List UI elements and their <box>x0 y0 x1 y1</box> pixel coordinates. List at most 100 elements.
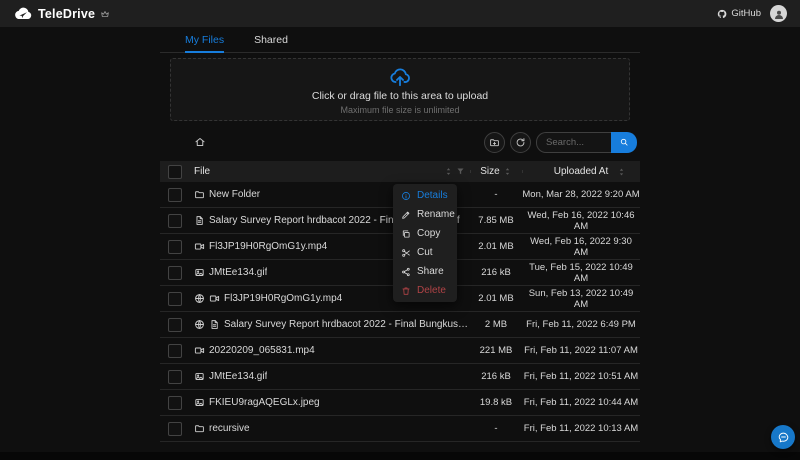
file-name[interactable]: FKIEU9ragAQEGLx.jpeg <box>209 397 320 408</box>
menu-item-copy[interactable]: Copy <box>393 224 457 243</box>
file-name[interactable]: New Folder <box>209 189 260 200</box>
filter-icon[interactable] <box>456 167 465 176</box>
menu-item-label: Rename <box>417 209 455 220</box>
file-uploaded-at: Fri, Feb 11, 2022 10:44 AM <box>523 397 639 408</box>
share-icon <box>401 267 411 277</box>
table-row[interactable]: FKIEU9ragAQEGLx.jpeg 19.8 kB Fri, Feb 11… <box>160 390 640 416</box>
folder-add-icon <box>489 137 500 148</box>
file-size: - <box>494 423 498 434</box>
row-checkbox[interactable] <box>168 187 182 202</box>
context-menu: Details Rename Copy Cut Share Delete <box>393 184 457 302</box>
bottom-strip <box>0 452 800 460</box>
row-checkbox[interactable] <box>168 317 182 332</box>
search-icon <box>619 137 629 147</box>
home-button[interactable] <box>194 136 206 148</box>
scissors-icon <box>401 248 411 258</box>
table-header: File Size Uploaded At <box>160 161 640 182</box>
column-header-size[interactable]: Size <box>470 166 522 177</box>
row-checkbox[interactable] <box>168 291 182 306</box>
avatar[interactable] <box>770 5 787 22</box>
file-name[interactable]: Fl3JP19H0RgOmG1y.mp4 <box>224 293 342 304</box>
tab-my-files[interactable]: My Files <box>185 27 225 53</box>
upload-main-text: Click or drag file to this area to uploa… <box>311 90 489 102</box>
row-checkbox[interactable] <box>168 265 182 280</box>
copy-icon <box>401 229 411 239</box>
file-uploaded-at: Tue, Feb 15, 2022 10:49 AM <box>529 261 633 284</box>
sort-icon[interactable] <box>444 167 453 176</box>
image-icon <box>194 267 205 278</box>
globe-icon <box>194 319 205 330</box>
file-name[interactable]: recursive <box>209 423 250 434</box>
file-name[interactable]: JMtEe134.gif <box>209 267 267 278</box>
select-all-checkbox[interactable] <box>168 164 182 179</box>
sort-icon[interactable] <box>617 167 626 176</box>
image-icon <box>194 397 205 408</box>
refresh-button[interactable] <box>510 131 531 153</box>
new-folder-button[interactable] <box>484 131 505 153</box>
row-checkbox[interactable] <box>168 395 182 410</box>
row-checkbox[interactable] <box>168 213 182 228</box>
file-icon <box>209 319 220 330</box>
file-toolbar <box>160 129 640 155</box>
file-size: 221 MB <box>479 345 513 356</box>
video-icon <box>194 345 205 356</box>
menu-item-label: Copy <box>417 228 441 239</box>
brand-link[interactable]: TeleDrive <box>13 7 110 21</box>
search-button[interactable] <box>611 131 637 153</box>
file-name[interactable]: JMtEe134.gif <box>209 371 267 382</box>
menu-item-details[interactable]: Details <box>393 186 457 205</box>
menu-item-label: Share <box>417 266 444 277</box>
video-icon <box>209 293 220 304</box>
menu-item-label: Details <box>417 190 448 201</box>
file-size: 7.85 MB <box>478 215 514 226</box>
file-icon <box>194 215 205 226</box>
file-name[interactable]: Salary Survey Report hrdbacot 2022 - Fin… <box>224 319 470 330</box>
column-header-uploaded-at[interactable]: Uploaded At <box>522 166 640 177</box>
file-uploaded-at: Wed, Feb 16, 2022 9:30 AM <box>530 235 632 258</box>
cloud-upload-icon <box>389 66 411 88</box>
tab-bar: My Files Shared <box>160 27 640 53</box>
column-header-file[interactable]: File <box>190 166 470 177</box>
row-checkbox[interactable] <box>168 239 182 254</box>
file-name[interactable]: 20220209_065831.mp4 <box>209 345 315 356</box>
menu-item-label: Cut <box>417 247 433 258</box>
table-row[interactable]: JMtEe134.gif 216 kB Fri, Feb 11, 2022 10… <box>160 364 640 390</box>
column-label-size: Size <box>480 166 500 177</box>
menu-item-cut[interactable]: Cut <box>393 243 457 262</box>
table-row[interactable]: Salary Survey Report hrdbacot 2022 - Fin… <box>160 312 640 338</box>
github-link[interactable]: GitHub <box>717 8 761 19</box>
sync-icon <box>515 137 526 148</box>
table-row[interactable]: 20220209_065831.mp4 221 MB Fri, Feb 11, … <box>160 338 640 364</box>
menu-item-share[interactable]: Share <box>393 262 457 281</box>
menu-item-rename[interactable]: Rename <box>393 205 457 224</box>
table-row[interactable]: recursive - Fri, Feb 11, 2022 10:13 AM <box>160 416 640 442</box>
menu-item-delete[interactable]: Delete <box>393 281 457 300</box>
file-uploaded-at: Fri, Feb 11, 2022 10:13 AM <box>523 423 639 434</box>
file-uploaded-at: Wed, Feb 16, 2022 10:46 AM <box>527 209 635 232</box>
file-size: 2 MB <box>484 319 508 330</box>
file-size: 19.8 kB <box>479 397 513 408</box>
video-icon <box>194 241 205 252</box>
sort-icon[interactable] <box>503 167 512 176</box>
column-label-file: File <box>194 166 211 177</box>
info-circle-icon <box>401 191 411 201</box>
user-icon <box>773 8 785 20</box>
brand-name: TeleDrive <box>38 6 96 21</box>
file-uploaded-at: Sun, Feb 13, 2022 10:49 AM <box>528 287 634 310</box>
file-name[interactable]: Fl3JP19H0RgOmG1y.mp4 <box>209 241 327 252</box>
file-uploaded-at: Fri, Feb 11, 2022 6:49 PM <box>526 319 636 330</box>
row-checkbox[interactable] <box>168 421 182 436</box>
edit-icon <box>401 210 411 220</box>
folder-icon <box>194 189 205 200</box>
message-icon <box>777 431 790 444</box>
search-group <box>536 131 637 153</box>
row-checkbox[interactable] <box>168 369 182 384</box>
crown-icon <box>100 9 110 19</box>
row-checkbox[interactable] <box>168 343 182 358</box>
upload-sub-text: Maximum file size is unlimited <box>340 105 460 115</box>
upload-dropzone[interactable]: Click or drag file to this area to uploa… <box>170 58 630 121</box>
cloud-paper-plane-logo-icon <box>13 7 33 21</box>
search-input[interactable] <box>536 131 611 153</box>
tab-shared[interactable]: Shared <box>254 27 288 52</box>
chat-fab-button[interactable] <box>771 425 795 449</box>
